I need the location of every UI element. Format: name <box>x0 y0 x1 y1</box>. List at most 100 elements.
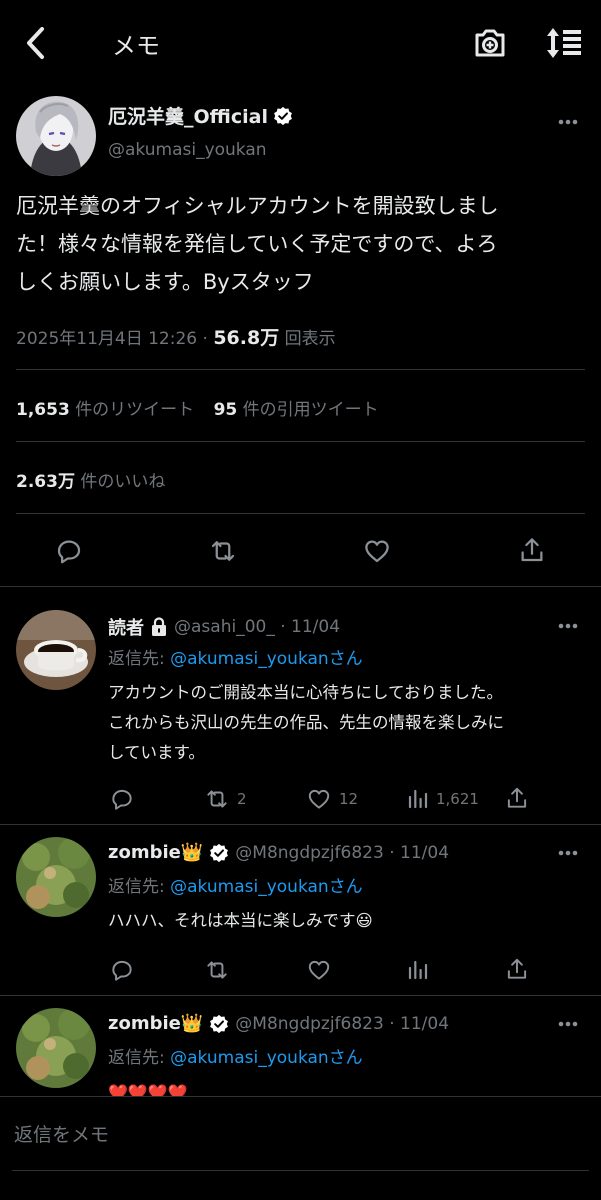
reply-avatar[interactable] <box>16 1008 96 1088</box>
reply-more-button[interactable] <box>556 616 580 636</box>
reply-to: 返信先: @akumasi_youkanさん <box>108 1043 363 1068</box>
reply-to-handle[interactable]: @akumasi_youkan <box>170 877 329 897</box>
retweets-value: 1,653 <box>16 400 70 420</box>
reply-avatar-image <box>16 610 96 690</box>
quotes-count[interactable]: 95 件の引用ツイート <box>214 400 379 420</box>
like-icon <box>308 789 330 809</box>
reply-to: 返信先: @akumasi_youkanさん <box>108 872 363 897</box>
author-avatar-image <box>16 96 96 176</box>
camera-button[interactable] <box>472 26 508 60</box>
share-icon <box>507 958 527 979</box>
reply-author-name[interactable]: 読者 <box>108 614 144 640</box>
reply-text-line: ❤️❤️❤️❤️ <box>108 1083 188 1096</box>
divider <box>16 513 585 514</box>
author-handle: @akumasi_youkan <box>108 140 267 160</box>
reply-meta: @M8ngdpzjf6823 · 11/04 <box>235 842 450 863</box>
reply-avatar[interactable] <box>16 837 96 917</box>
reply-to-suffix: さん <box>328 649 363 669</box>
share-icon <box>507 787 527 808</box>
more-icon <box>558 119 578 125</box>
like-icon <box>308 960 330 980</box>
author-name: 厄況羊羹_Official <box>108 106 268 128</box>
reply-like-button[interactable] <box>305 957 333 983</box>
reply-views-button[interactable] <box>406 957 430 983</box>
retweets-count[interactable]: 1,653 件のリツイート <box>16 400 194 420</box>
reply-more-button[interactable] <box>556 843 580 863</box>
reply-header: zombie👑 @M8ngdpzjf6823 · 11/04 <box>108 1013 449 1034</box>
reply-meta: @M8ngdpzjf6823 · 11/04 <box>235 1013 450 1034</box>
tweet-text-line: しくお願いします。Byスタッフ <box>16 270 314 294</box>
reply-more-button[interactable] <box>556 1014 580 1034</box>
composer-bar <box>0 1096 601 1200</box>
like-button[interactable] <box>361 536 393 566</box>
divider <box>0 586 601 587</box>
lock-icon <box>152 617 166 636</box>
reply-to-prefix: 返信先: <box>108 1048 171 1068</box>
reply-author-name[interactable]: zombie👑 <box>108 1013 203 1034</box>
reply-to-handle[interactable]: @akumasi_youkan <box>170 649 329 669</box>
reply-text-line: しています。 <box>108 743 205 762</box>
divider <box>16 369 585 370</box>
reply-reply-button[interactable] <box>109 786 135 812</box>
more-icon <box>558 850 578 856</box>
back-button[interactable] <box>18 24 52 62</box>
likes-stats[interactable]: 2.63万 件のいいね <box>16 467 165 492</box>
reply-views-button[interactable]: 1,621 <box>406 786 479 812</box>
share-button[interactable] <box>517 535 547 565</box>
author-name-row[interactable]: 厄況羊羹_Official <box>108 102 293 129</box>
reply-to: 返信先: @akumasi_youkanさん <box>108 644 363 669</box>
quotes-label: 件の引用ツイート <box>242 400 379 420</box>
reply-text-line: これからも沢山の先生の作品、先生の情報を楽しみに <box>108 713 504 732</box>
reply-author-name[interactable]: zombie👑 <box>108 842 203 863</box>
reply-retweet-button[interactable] <box>203 957 231 983</box>
sort-icon <box>547 28 581 58</box>
divider <box>0 995 601 996</box>
reply-to-handle[interactable]: @akumasi_youkan <box>170 1048 329 1068</box>
reply-avatar[interactable] <box>16 610 96 690</box>
like-icon <box>365 540 389 563</box>
reply-to-suffix: さん <box>328 1048 363 1068</box>
reply-icon <box>57 540 81 564</box>
reply-text: ハハハ、それは本当に楽しみです😃 <box>108 906 373 936</box>
tweet-more-button[interactable] <box>556 112 580 132</box>
tweet-text-line: た！様々な情報を発信していく予定ですので、よろ <box>16 232 498 256</box>
author-avatar[interactable] <box>16 96 96 176</box>
share-icon <box>521 538 543 562</box>
divider <box>16 441 585 442</box>
views-count[interactable]: 56.8万 <box>213 327 279 349</box>
divider <box>0 824 601 825</box>
reply-memo-input[interactable] <box>12 1116 576 1154</box>
back-chevron-icon <box>27 27 44 59</box>
quotes-value: 95 <box>213 400 238 420</box>
reply-text-line: ハハハ、それは本当に楽しみです😃 <box>108 911 373 930</box>
views-label: 回表示 <box>284 329 336 349</box>
reply-share-button[interactable] <box>504 956 530 982</box>
tweet-meta: 2025年11月4日 12:26 · 56.8万 回表示 <box>16 323 336 350</box>
more-icon <box>558 623 578 629</box>
reply-meta: @asahi_00_ · 11/04 <box>174 617 341 637</box>
retweet-icon <box>207 961 227 979</box>
retweet-icon <box>211 541 235 561</box>
views-icon <box>408 960 428 980</box>
tweet-text: 厄況羊羹のオフィシャルアカウントを開設致しまし た！様々な情報を発信していく予定… <box>16 187 591 301</box>
retweet-icon <box>207 790 227 808</box>
reply-text: アカウントのご開設本当に心待ちにしておりました。 これからも沢山の先生の作品、先… <box>108 678 504 768</box>
reply-header: 読者 @asahi_00_ · 11/04 <box>108 614 340 640</box>
likes-value: 2.63万 <box>16 472 75 492</box>
reply-icon <box>112 789 132 810</box>
reply-to-prefix: 返信先: <box>108 649 171 669</box>
reply-reply-button[interactable] <box>109 957 135 983</box>
sort-button[interactable] <box>542 25 584 61</box>
reply-like-button[interactable]: 12 <box>305 786 358 812</box>
reply-to-suffix: さん <box>328 877 363 897</box>
reply-text-line: アカウントのご開設本当に心待ちにしておりました。 <box>108 683 504 702</box>
reply-button[interactable] <box>54 536 84 566</box>
retweets-label: 件のリツイート <box>75 400 195 420</box>
retweet-button[interactable] <box>207 536 239 566</box>
tweet-timestamp: 2025年11月4日 12:26 · <box>16 329 208 349</box>
reply-share-button[interactable] <box>504 785 530 811</box>
camera-plus-icon <box>475 29 505 57</box>
reply-retweet-button[interactable]: 2 <box>203 786 247 812</box>
reply-icon <box>112 960 132 981</box>
reply-like-count: 12 <box>339 790 359 808</box>
